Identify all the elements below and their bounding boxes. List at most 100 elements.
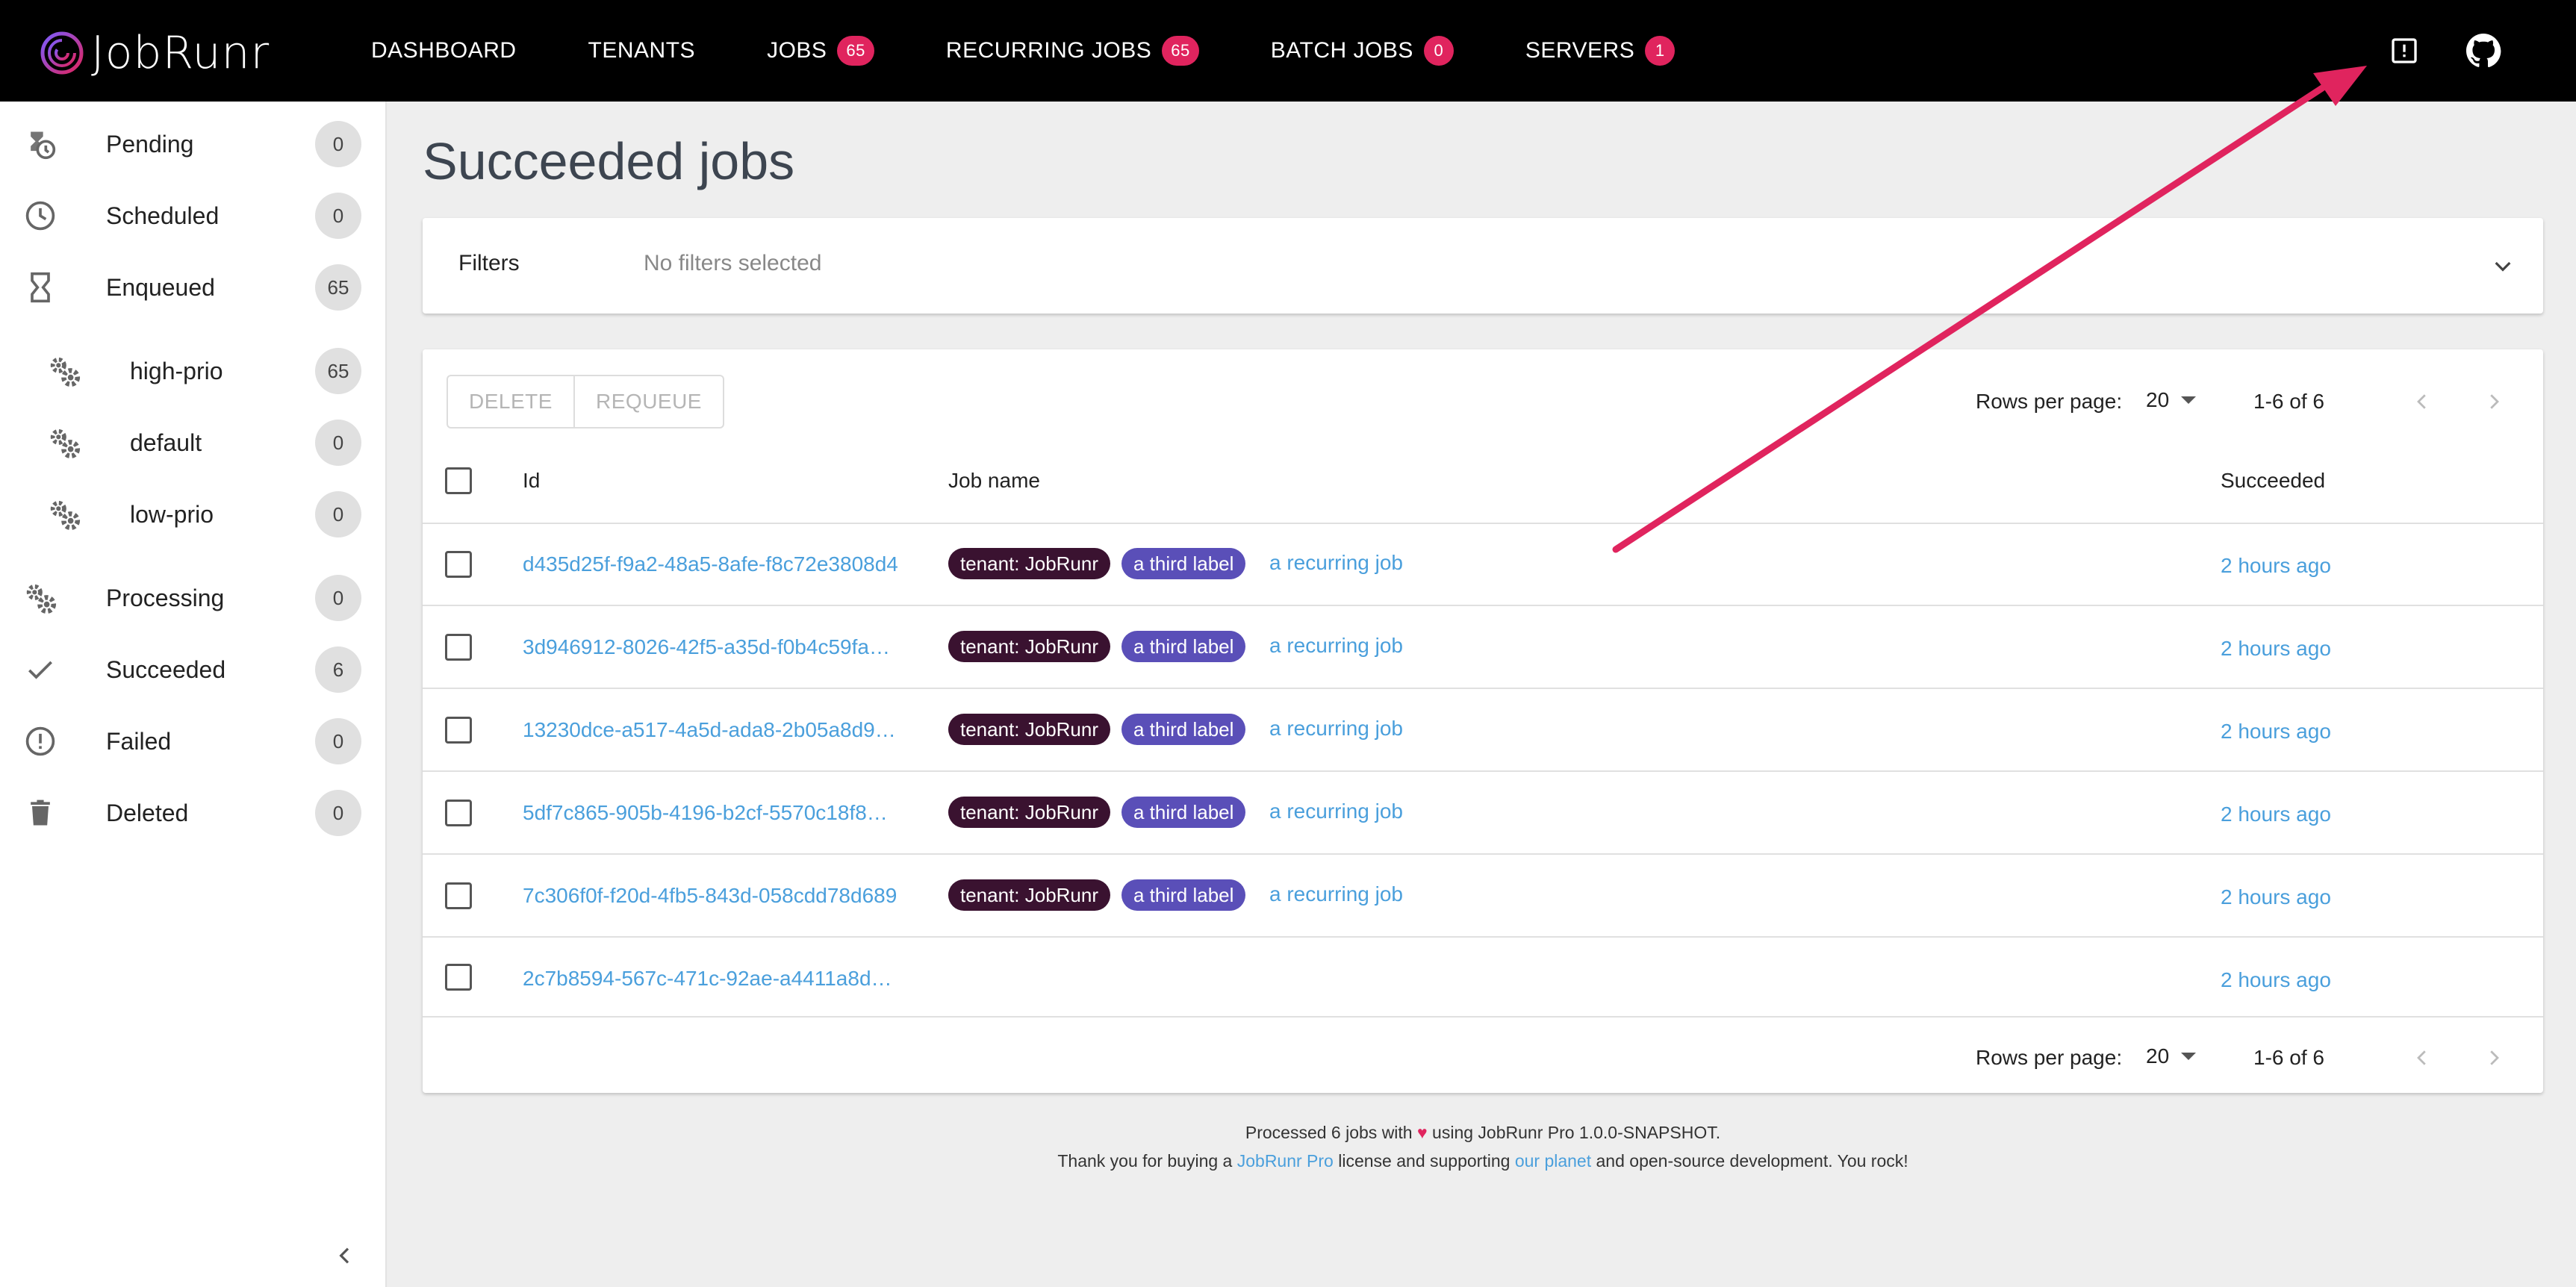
job-name-link[interactable]: a recurring job <box>1269 800 1403 823</box>
succeeded-time[interactable]: 2 hours ago <box>2221 803 2331 826</box>
rows-per-page-select[interactable]: 20 <box>2146 1044 2197 1068</box>
job-id-link[interactable]: 13230dce-a517-4a5d-ada8-2b05a8d9… <box>523 718 903 742</box>
sidebar-item-enqueued[interactable]: Enqueued 65 <box>0 252 385 323</box>
prev-page-chevron-left-icon[interactable] <box>2404 1040 2440 1076</box>
table-row[interactable]: 5df7c865-905b-4196-b2cf-5570c18f8… tenan… <box>423 773 2543 855</box>
rows-per-page-select[interactable]: 20 <box>2146 388 2197 412</box>
footer-text: Thank you for buying a <box>1057 1151 1233 1171</box>
sidebar-item-count: 65 <box>315 264 361 311</box>
row-checkbox[interactable] <box>445 964 472 991</box>
footer-text: license and supporting <box>1338 1151 1511 1171</box>
sidebar-item-pending[interactable]: Pending 0 <box>0 108 385 180</box>
requeue-button[interactable]: REQUEUE <box>575 375 724 429</box>
rows-per-page-value: 20 <box>2146 388 2170 411</box>
our-planet-link[interactable]: our planet <box>1515 1151 1591 1171</box>
select-all-checkbox[interactable] <box>445 467 472 494</box>
column-header-job-name[interactable]: Job name <box>948 469 1040 493</box>
job-id-link[interactable]: 2c7b8594-567c-471c-92ae-a4411a8d… <box>523 967 903 991</box>
table-row[interactable]: 3d946912-8026-42f5-a35d-f0b4c59fa… tenan… <box>423 607 2543 689</box>
job-id-link[interactable]: d435d25f-f9a2-48a5-8afe-f8c72e3808d4 <box>523 552 903 576</box>
sidebar-item-succeeded[interactable]: Succeeded 6 <box>0 634 385 705</box>
gears-icon <box>22 580 58 616</box>
job-name-link[interactable]: a recurring job <box>1269 551 1403 575</box>
bulk-actions: DELETE REQUEUE <box>447 375 724 429</box>
nav-servers[interactable]: SERVERS 1 <box>1525 36 1676 66</box>
next-page-chevron-right-icon[interactable] <box>2476 1040 2512 1076</box>
nav-badge: 1 <box>1645 36 1676 66</box>
row-checkbox[interactable] <box>445 634 472 661</box>
tenant-label-chip: tenant: JobRunr <box>948 714 1111 745</box>
pagination-bottom: Rows per page: 20 1-6 of 6 <box>1976 1031 2543 1085</box>
footer-line-1: Processed 6 jobs with ♥ using JobRunr Pr… <box>423 1118 2543 1147</box>
next-page-chevron-right-icon[interactable] <box>2476 384 2512 420</box>
succeeded-time[interactable]: 2 hours ago <box>2221 720 2331 744</box>
succeeded-time[interactable]: 2 hours ago <box>2221 637 2331 661</box>
rows-per-page-label: Rows per page: <box>1976 390 2123 413</box>
sidebar-item-failed[interactable]: Failed 0 <box>0 705 385 777</box>
nav-jobs[interactable]: JOBS 65 <box>767 36 874 66</box>
sidebar-item-low-prio[interactable]: low-prio 0 <box>0 479 385 550</box>
job-name-link[interactable]: a recurring job <box>1269 717 1403 741</box>
rows-per-page-value: 20 <box>2146 1044 2170 1068</box>
sidebar-item-label: Pending <box>106 130 194 158</box>
rows-per-page-label: Rows per page: <box>1976 1046 2123 1069</box>
sidebar-item-scheduled[interactable]: Scheduled 0 <box>0 180 385 252</box>
succeeded-time[interactable]: 2 hours ago <box>2221 968 2331 992</box>
gears-icon <box>46 425 82 461</box>
row-checkbox[interactable] <box>445 882 472 909</box>
chevron-down-icon[interactable] <box>2485 248 2521 284</box>
row-checkbox[interactable] <box>445 800 472 826</box>
delete-button[interactable]: DELETE <box>447 375 575 429</box>
nav-dashboard[interactable]: DASHBOARD <box>371 38 517 63</box>
succeeded-time[interactable]: 2 hours ago <box>2221 554 2331 578</box>
nav-tenants[interactable]: TENANTS <box>588 38 696 63</box>
jobs-table-panel: DELETE REQUEUE Rows per page: 20 1-6 of … <box>423 349 2543 1093</box>
row-checkbox[interactable] <box>445 717 472 744</box>
sidebar-item-processing[interactable]: Processing 0 <box>0 562 385 634</box>
filters-label: Filters <box>458 251 520 275</box>
nav-label: BATCH JOBS <box>1270 38 1413 63</box>
job-label-chip: a third label <box>1121 714 1246 745</box>
table-row[interactable]: 13230dce-a517-4a5d-ada8-2b05a8d9… tenant… <box>423 690 2543 772</box>
column-header-succeeded[interactable]: Succeeded <box>2221 469 2325 493</box>
job-name-link[interactable]: a recurring job <box>1269 634 1403 658</box>
prev-page-chevron-left-icon[interactable] <box>2404 384 2440 420</box>
tenant-label-chip: tenant: JobRunr <box>948 548 1111 579</box>
tenant-label-chip: tenant: JobRunr <box>948 879 1111 911</box>
sidebar-item-label: Enqueued <box>106 273 215 301</box>
github-icon[interactable] <box>2465 33 2501 69</box>
heart-icon: ♥ <box>1417 1123 1428 1142</box>
pending-icon <box>22 126 58 162</box>
table-row[interactable]: 7c306f0f-f20d-4fb5-843d-058cdd78d689 ten… <box>423 856 2543 938</box>
sidebar-item-default[interactable]: default 0 <box>0 407 385 479</box>
pagination-range: 1-6 of 6 <box>2253 390 2324 413</box>
footer-text: and open-source development. You rock! <box>1596 1151 1908 1171</box>
job-label-chip: a third label <box>1121 631 1246 662</box>
job-label-chip: a third label <box>1121 548 1246 579</box>
nav-recurring-jobs[interactable]: RECURRING JOBS 65 <box>946 36 1199 66</box>
table-row[interactable]: 2c7b8594-567c-471c-92ae-a4411a8d… 2 hour… <box>423 938 2543 1018</box>
problems-alert-icon[interactable] <box>2386 33 2422 69</box>
succeeded-time[interactable]: 2 hours ago <box>2221 885 2331 909</box>
job-name-link[interactable]: a recurring job <box>1269 882 1403 906</box>
sidebar-item-count: 0 <box>315 121 361 167</box>
filters-panel[interactable]: Filters No filters selected <box>423 218 2543 314</box>
app-logo[interactable]: JobRunr <box>40 27 270 79</box>
row-checkbox[interactable] <box>445 551 472 578</box>
column-header-id[interactable]: Id <box>523 469 540 493</box>
nav-badge: 65 <box>837 36 874 66</box>
job-id-link[interactable]: 7c306f0f-f20d-4fb5-843d-058cdd78d689 <box>523 884 903 908</box>
job-id-link[interactable]: 3d946912-8026-42f5-a35d-f0b4c59fa… <box>523 635 903 659</box>
gears-icon <box>46 353 82 389</box>
collapse-sidebar-chevron-left-icon[interactable] <box>329 1239 361 1272</box>
nav-label: TENANTS <box>588 38 696 63</box>
table-row[interactable]: d435d25f-f9a2-48a5-8afe-f8c72e3808d4 ten… <box>423 524 2543 606</box>
sidebar-item-label: Succeeded <box>106 655 226 683</box>
sidebar-item-deleted[interactable]: Deleted 0 <box>0 777 385 849</box>
footer-line-2: Thank you for buying a JobRunr Pro licen… <box>423 1147 2543 1175</box>
jobrunr-pro-link[interactable]: JobRunr Pro <box>1237 1151 1334 1171</box>
job-id-link[interactable]: 5df7c865-905b-4196-b2cf-5570c18f8… <box>523 801 903 825</box>
nav-batch-jobs[interactable]: BATCH JOBS 0 <box>1271 36 1454 66</box>
sidebar-item-high-prio[interactable]: high-prio 65 <box>0 335 385 407</box>
sidebar: Pending 0 Scheduled 0 Enqueued 65 high-p… <box>0 102 387 1287</box>
